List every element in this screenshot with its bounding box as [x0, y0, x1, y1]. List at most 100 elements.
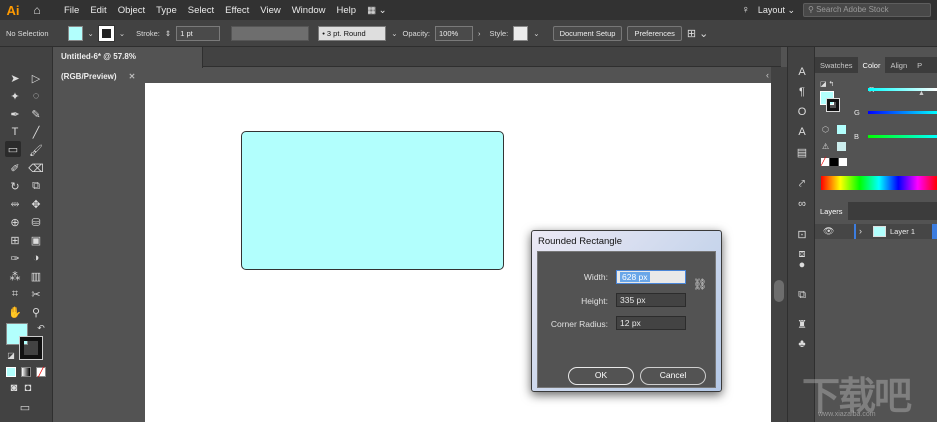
- swap-fill-stroke-icon[interactable]: ↶: [33, 320, 49, 336]
- stroke-dropdown-icon[interactable]: ⌄: [119, 29, 125, 38]
- search-input[interactable]: ⚲ Search Adobe Stock: [803, 3, 931, 17]
- shaper-tool-icon[interactable]: ✐: [7, 160, 23, 176]
- menu-file[interactable]: File: [64, 5, 79, 16]
- menu-effect[interactable]: Effect: [225, 5, 249, 16]
- stroke-weight-field[interactable]: 1 pt: [176, 25, 221, 41]
- gradient-mode-icon[interactable]: [21, 367, 31, 377]
- magic-wand-tool-icon[interactable]: ✦: [7, 88, 23, 104]
- eraser-tool-icon[interactable]: ⌫: [28, 160, 44, 176]
- preferences-button[interactable]: Preferences: [627, 25, 682, 41]
- in-gamut-swatch[interactable]: [837, 125, 846, 134]
- color-spectrum[interactable]: [821, 176, 937, 190]
- tab-pathfinder[interactable]: P: [912, 57, 927, 73]
- fill-dropdown-icon[interactable]: ⌄: [88, 29, 94, 38]
- line-tool-icon[interactable]: ╱: [28, 124, 44, 140]
- symbol-sprayer-tool-icon[interactable]: ⁂: [7, 268, 23, 284]
- live-paint-tool-icon[interactable]: ⛁: [28, 214, 44, 230]
- menu-edit[interactable]: Edit: [90, 5, 106, 16]
- color-swap-icon[interactable]: ◪ ↰: [820, 80, 834, 88]
- rotate-tool-icon[interactable]: ↻: [7, 178, 23, 194]
- lightbulb-icon[interactable]: ♀: [742, 4, 750, 16]
- menu-window[interactable]: Window: [292, 5, 326, 16]
- glyphs-panel-icon[interactable]: A: [794, 124, 810, 140]
- selection-tool-icon[interactable]: ➤: [7, 70, 23, 86]
- screen-mode-icon[interactable]: ▭: [17, 399, 33, 415]
- puppet-warp-tool-icon[interactable]: ✥: [28, 196, 44, 212]
- cancel-button[interactable]: Cancel: [640, 367, 706, 385]
- visibility-eye-icon[interactable]: 👁: [823, 226, 834, 237]
- menu-help[interactable]: Help: [337, 5, 357, 16]
- slice-tool-icon[interactable]: ✂: [28, 286, 44, 302]
- scroll-thumb[interactable]: [774, 280, 784, 302]
- graph-tool-icon[interactable]: ▥: [28, 268, 44, 284]
- asset-export-panel-icon[interactable]: ⧉: [794, 287, 810, 303]
- color-white-swatch[interactable]: [839, 158, 847, 166]
- ok-button[interactable]: OK: [568, 367, 634, 385]
- document-tab[interactable]: Untitled-6* @ 57.8% (RGB/Preview) ✕: [53, 47, 203, 81]
- stroke-swatch[interactable]: [97, 24, 115, 42]
- arrange-documents-icon[interactable]: ⊞ ⌄: [687, 27, 709, 40]
- height-input[interactable]: 335 px: [616, 293, 686, 307]
- fill-swatch[interactable]: [67, 25, 83, 41]
- width-tool-icon[interactable]: ⥈: [7, 196, 23, 212]
- style-swatch[interactable]: [513, 25, 529, 41]
- transform-panel-icon[interactable]: ⊡: [794, 226, 810, 242]
- none-mode-icon[interactable]: ╱: [36, 367, 46, 377]
- brush-dropdown[interactable]: • 3 pt. Round: [318, 25, 387, 41]
- layout-dropdown[interactable]: Layout ⌄: [758, 5, 795, 16]
- type-tool-icon[interactable]: T: [7, 124, 23, 140]
- panel-scroll-arrow-icon[interactable]: ‹: [766, 70, 769, 80]
- layer-name[interactable]: Layer 1: [890, 227, 915, 236]
- symbols-panel-icon[interactable]: ♣: [794, 336, 810, 352]
- menu-object[interactable]: Object: [118, 5, 145, 16]
- brushes-panel-icon[interactable]: ♜: [794, 316, 810, 332]
- width-input[interactable]: 628 px: [616, 270, 686, 284]
- export-panel-icon[interactable]: ⤤: [794, 176, 810, 192]
- document-setup-button[interactable]: Document Setup: [552, 25, 623, 41]
- blend-tool-icon[interactable]: ◑: [28, 250, 44, 266]
- lasso-tool-icon[interactable]: ◌: [28, 88, 44, 104]
- vertical-scrollbar[interactable]: [771, 67, 787, 422]
- color-black-swatch[interactable]: [830, 158, 838, 166]
- paragraph-panel-icon[interactable]: ¶: [794, 84, 810, 100]
- tab-swatches[interactable]: Swatches: [815, 57, 858, 73]
- curvature-tool-icon[interactable]: ✎: [28, 106, 44, 122]
- web-safe-warning-icon[interactable]: ⚠: [822, 142, 829, 151]
- brush-chevron-icon[interactable]: ⌄: [391, 29, 397, 38]
- eyedropper-tool-icon[interactable]: ✑: [7, 250, 23, 266]
- opacity-arrow-icon[interactable]: ›: [478, 29, 481, 38]
- expand-layer-icon[interactable]: ›: [859, 226, 862, 236]
- color-none-swatch[interactable]: ╱: [821, 158, 829, 166]
- menu-select[interactable]: Select: [188, 5, 214, 16]
- gradient-tool-icon[interactable]: ▣: [28, 232, 44, 248]
- color-mode-icon[interactable]: [6, 367, 16, 377]
- home-icon[interactable]: ⌂: [26, 3, 48, 17]
- default-colors-icon[interactable]: ◪: [3, 347, 19, 363]
- variable-width-dropdown[interactable]: [231, 25, 310, 41]
- pen-tool-icon[interactable]: ✒: [7, 106, 23, 122]
- tab-color[interactable]: Color: [857, 57, 886, 73]
- shape-builder-tool-icon[interactable]: ⊕: [7, 214, 23, 230]
- stroke-color-box[interactable]: [19, 336, 43, 360]
- scale-tool-icon[interactable]: ⧉: [28, 178, 44, 194]
- zoom-tool-icon[interactable]: ⚲: [28, 304, 44, 320]
- rectangle-tool-icon[interactable]: ▭: [5, 141, 21, 157]
- draw-behind-icon[interactable]: ◘: [20, 380, 36, 396]
- menu-type[interactable]: Type: [156, 5, 177, 16]
- properties-panel-icon[interactable]: ▤: [794, 144, 810, 160]
- web-safe-swatch[interactable]: [837, 142, 846, 151]
- style-dropdown-icon[interactable]: ⌄: [533, 29, 539, 38]
- stroke-stepper-icon[interactable]: ⇕: [165, 29, 171, 38]
- workspace-switcher-icon[interactable]: ▦ ⌄: [367, 5, 387, 16]
- color-panel-stroke-swatch[interactable]: [826, 98, 840, 112]
- b-slider[interactable]: [868, 135, 937, 138]
- menu-view[interactable]: View: [260, 5, 280, 16]
- direct-selection-tool-icon[interactable]: ▷: [28, 70, 44, 86]
- links-panel-icon[interactable]: ∞: [794, 196, 810, 212]
- constrain-proportions-icon[interactable]: ⛓: [693, 278, 707, 291]
- close-tab-icon[interactable]: ✕: [129, 72, 136, 81]
- perspective-grid-tool-icon[interactable]: ⊞: [7, 232, 23, 248]
- layer-row[interactable]: 👁 › Layer 1: [815, 224, 937, 239]
- rounded-rectangle-shape[interactable]: [241, 131, 504, 270]
- r-slider-thumb-icon[interactable]: ▲: [918, 90, 925, 97]
